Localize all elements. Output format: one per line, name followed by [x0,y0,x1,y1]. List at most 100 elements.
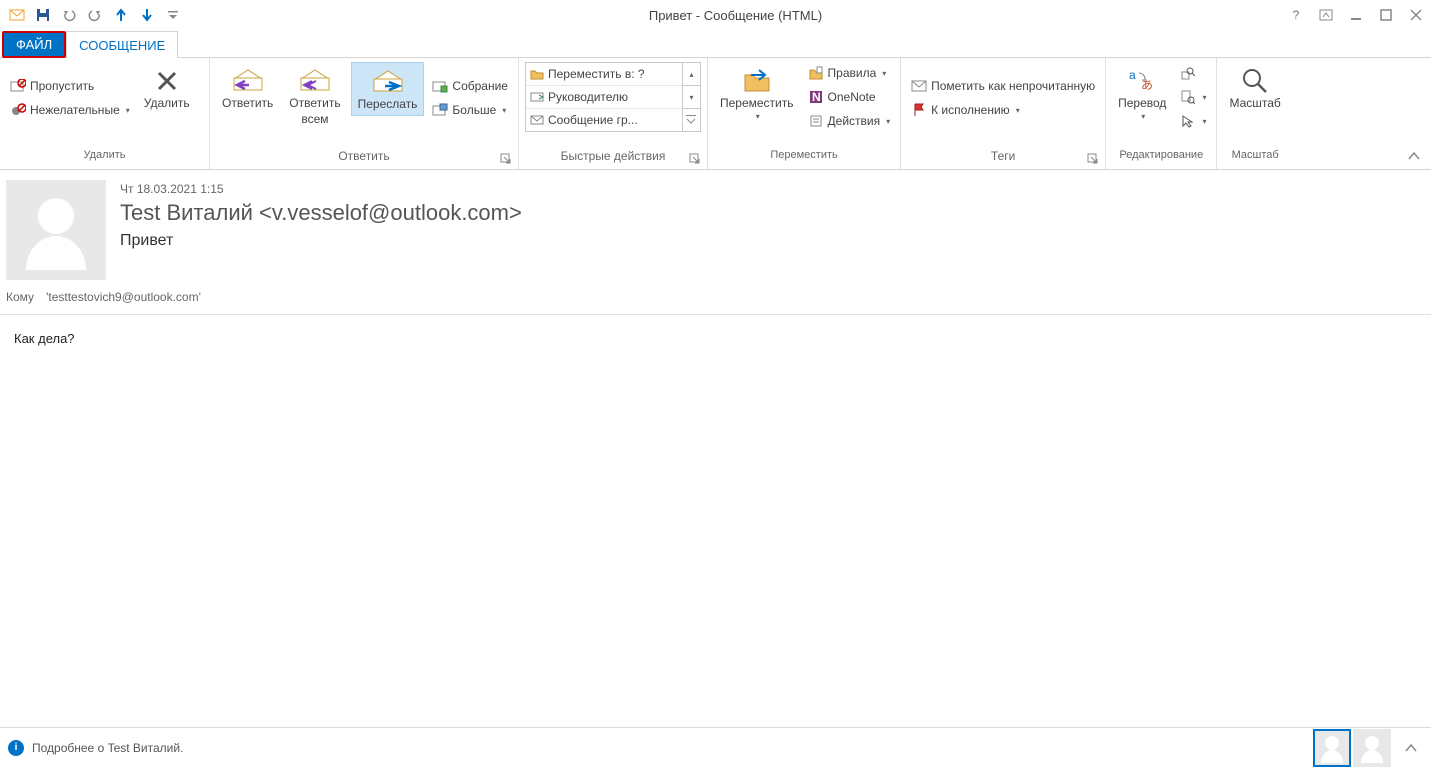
group-tags-label: Теги [907,149,1099,169]
zoom-label: Масштаб [1229,96,1280,110]
group-quick-steps: Переместить в: ? Руководителю Сообщение … [519,58,708,169]
forward-icon [371,67,405,95]
group-editing-label: Редактирование [1112,149,1210,169]
quickstep-move-to[interactable]: Переместить в: ? [526,63,682,86]
window-title: Привет - Сообщение (HTML) [184,8,1287,23]
find-button[interactable] [1176,62,1210,84]
dialog-launcher-icon[interactable] [689,153,703,167]
maximize-icon[interactable] [1377,6,1395,24]
undo-icon[interactable] [58,4,80,26]
quickstep-manager[interactable]: Руководителю [526,86,682,109]
chevron-down-icon: ▾ [882,69,886,78]
related-button[interactable]: ▾ [1176,86,1210,108]
chevron-down-icon: ▾ [502,106,506,115]
message-from: Test Виталий <v.vesselof@outlook.com> [120,200,1417,226]
to-value: 'testtestovich9@outlook.com' [46,290,201,304]
ribbon-display-icon[interactable] [1317,6,1335,24]
translate-icon: aあ [1125,66,1159,94]
onenote-button[interactable]: NOneNote [804,86,895,108]
group-zoom-label: Масштаб [1223,149,1286,169]
reply-label: Ответить [222,96,273,110]
ribbon-tabs: ФАЙЛ СООБЩЕНИЕ [0,30,1431,58]
translate-button[interactable]: aあ Перевод ▾ [1112,62,1172,125]
chevron-down-icon: ▾ [756,112,760,121]
svg-text:a: a [1129,68,1136,82]
contact-thumb-1[interactable] [1313,729,1351,767]
qat-customize-icon[interactable] [162,4,184,26]
delete-button[interactable]: Удалить [138,62,196,114]
rules-icon [808,65,824,81]
junk-label: Нежелательные [30,103,120,117]
group-move: Переместить ▾ Правила▾ NOneNote Действия… [708,58,901,169]
message-header: Чт 18.03.2021 1:15 Test Виталий <v.vesse… [0,170,1431,288]
ribbon: Пропустить Нежелательные ▾ Удалить Удали… [0,58,1431,170]
contact-thumb-2[interactable] [1353,729,1391,767]
delete-label: Удалить [144,96,190,110]
quickstep-scroll-up[interactable]: ▴ [683,63,700,86]
title-bar: Привет - Сообщение (HTML) ? [0,0,1431,30]
meeting-label: Собрание [452,79,508,93]
dialog-launcher-icon[interactable] [1087,153,1101,167]
help-icon[interactable]: ? [1287,6,1305,24]
tab-message[interactable]: СООБЩЕНИЕ [66,31,178,58]
actions-button[interactable]: Действия▾ [804,110,895,132]
zoom-button[interactable]: Масштаб [1223,62,1286,114]
team-email-icon [530,114,544,126]
quick-access-toolbar [6,4,184,26]
delete-icon [150,66,184,94]
tab-file[interactable]: ФАЙЛ [2,31,66,58]
chevron-down-icon: ▾ [1016,106,1020,115]
save-icon[interactable] [32,4,54,26]
select-button[interactable]: ▾ [1176,110,1210,132]
more-respond-button[interactable]: Больше ▾ [428,99,512,121]
chevron-down-icon: ▾ [1202,117,1206,126]
rules-button[interactable]: Правила▾ [804,62,895,84]
flag-icon [911,102,927,118]
status-bar: i Подробнее о Test Виталий. [0,727,1431,767]
follow-up-button[interactable]: К исполнению▾ [907,99,1099,121]
reply-icon [231,66,265,94]
to-label: Кому [6,290,34,304]
minimize-icon[interactable] [1347,6,1365,24]
reply-all-label-2: всем [301,112,328,126]
group-delete-label: Удалить [6,149,203,169]
ignore-button[interactable]: Пропустить [6,75,134,97]
info-icon: i [8,740,24,756]
reply-all-button[interactable]: Ответить всем [283,62,346,130]
collapse-ribbon-icon[interactable] [1405,147,1423,165]
chevron-down-icon: ▾ [886,117,890,126]
onenote-icon: N [808,89,824,105]
dialog-launcher-icon[interactable] [500,153,514,167]
reply-button[interactable]: Ответить [216,62,279,114]
group-zoom: Масштаб Масштаб [1217,58,1292,169]
reply-all-label-1: Ответить [289,96,340,110]
find-icon [1180,65,1196,81]
meeting-icon [432,78,448,94]
quickstep-team-email[interactable]: Сообщение гр... [526,109,682,131]
select-icon [1180,113,1196,129]
status-text[interactable]: Подробнее о Test Виталий. [32,741,183,755]
mark-unread-button[interactable]: Пометить как непрочитанную [907,75,1099,97]
ignore-label: Пропустить [30,79,94,93]
redo-icon[interactable] [84,4,106,26]
message-body: Как дела? [0,325,1431,727]
quickstep-scroll-down[interactable]: ▾ [683,86,700,109]
related-icon [1180,89,1196,105]
move-button[interactable]: Переместить ▾ [714,62,800,125]
sender-avatar [6,180,106,280]
prev-icon[interactable] [110,4,132,26]
group-respond-label: Ответить [216,149,512,169]
people-thumbnails [1313,729,1391,767]
svg-text:N: N [812,90,821,104]
next-icon[interactable] [136,4,158,26]
quickstep-expand[interactable] [683,109,700,131]
forward-button[interactable]: Переслать [351,62,425,116]
close-icon[interactable] [1407,6,1425,24]
forward-label: Переслать [358,97,418,111]
junk-button[interactable]: Нежелательные ▾ [6,99,134,121]
meeting-button[interactable]: Собрание [428,75,512,97]
more-icon [432,102,448,118]
more-label: Больше [452,103,496,117]
message-area: Чт 18.03.2021 1:15 Test Виталий <v.vesse… [0,170,1431,727]
expand-people-pane-icon[interactable] [1399,736,1423,760]
